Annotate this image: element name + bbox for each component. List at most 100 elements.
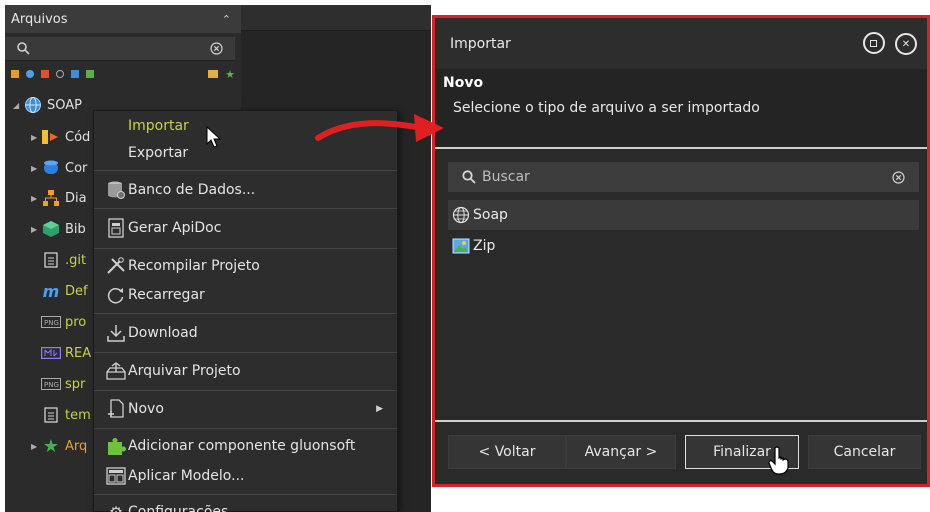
tree-item-label: Def: [65, 283, 88, 299]
grid-icon[interactable]: [11, 70, 19, 78]
menu-item-label: Configurações: [128, 504, 229, 512]
menu-separator: [94, 313, 397, 314]
share-icon[interactable]: [56, 70, 64, 78]
back-button[interactable]: < Voltar: [448, 435, 566, 469]
type-search-input[interactable]: [482, 169, 862, 185]
menu-item-label: Recompilar Projeto: [128, 258, 260, 274]
collapse-icon[interactable]: ⌃: [222, 13, 231, 26]
collapsed-arrow-icon[interactable]: ▶: [31, 194, 41, 203]
expanded-arrow-icon[interactable]: ◢: [13, 101, 23, 110]
collapsed-arrow-icon[interactable]: ▶: [31, 225, 41, 234]
tree-item[interactable]: tem: [41, 400, 91, 430]
menu-item-gerar-apidoc[interactable]: Gerar ApiDoc: [94, 212, 397, 244]
tree-item-label: SOAP: [47, 97, 82, 113]
tree-item-label: Cor: [65, 160, 88, 176]
readme-icon: [41, 344, 61, 362]
maximize-icon[interactable]: [862, 32, 885, 54]
png-icon: PNG: [41, 375, 61, 393]
editor-tab-strip: [241, 5, 431, 31]
flag-blue-icon[interactable]: [71, 70, 79, 78]
tree-item[interactable]: .git: [41, 245, 86, 275]
tree-item-soap[interactable]: ◢ SOAP: [13, 90, 82, 120]
puzzle-icon: [104, 435, 128, 457]
reload-icon: [104, 284, 128, 306]
menu-item-download[interactable]: Download: [94, 317, 397, 349]
type-item-label: Zip: [473, 238, 496, 254]
next-button[interactable]: Avançar >: [566, 435, 676, 469]
zip-image-icon: [452, 237, 470, 255]
document-icon: [104, 217, 128, 239]
new-file-icon: [104, 398, 128, 420]
folder-icon[interactable]: [208, 70, 219, 78]
menu-separator: [94, 494, 397, 495]
type-item-zip[interactable]: Zip: [448, 231, 919, 261]
template-icon: [104, 465, 128, 487]
menu-separator: [94, 170, 397, 171]
menu-item-label: Gerar ApiDoc: [128, 220, 222, 236]
dialog-body: Soap Zip: [435, 149, 927, 420]
files-panel-header: Arquivos ⌃: [5, 5, 241, 33]
tree-item[interactable]: ▶ Dia: [31, 183, 87, 213]
html-icon[interactable]: [41, 70, 49, 78]
dialog-titlebar: Importar ✕: [435, 18, 927, 69]
star-icon: ★: [42, 435, 60, 457]
menu-item-aplicar-modelo[interactable]: Aplicar Modelo...: [94, 462, 397, 490]
type-item-soap[interactable]: Soap: [448, 200, 919, 230]
files-search-input[interactable]: [5, 37, 235, 61]
menu-item-novo[interactable]: Novo ▶: [94, 393, 397, 425]
clear-icon[interactable]: [892, 170, 905, 184]
files-toolbar: ★: [5, 61, 241, 87]
tree-item[interactable]: PNG pro: [41, 307, 86, 337]
menu-item-recompilar-projeto[interactable]: Recompilar Projeto: [94, 253, 397, 279]
menu-item-banco-de-dados[interactable]: Banco de Dados...: [94, 174, 397, 206]
tree-item-label: Cód: [65, 129, 91, 145]
archive-icon: [104, 360, 128, 382]
menu-item-label: Aplicar Modelo...: [128, 468, 245, 484]
cancel-button[interactable]: Cancelar: [808, 435, 921, 469]
menu-item-arquivar-projeto[interactable]: Arquivar Projeto: [94, 355, 397, 387]
tree-item[interactable]: ▶ Bib: [31, 214, 86, 244]
star-icon[interactable]: ★: [225, 68, 235, 81]
tools-icon: [104, 255, 128, 277]
tree-item[interactable]: PNG spr: [41, 369, 85, 399]
tree-item[interactable]: REA: [41, 338, 91, 368]
svg-text:PNG: PNG: [44, 319, 59, 327]
dialog-title: Importar: [450, 35, 511, 52]
menu-item-label: Banco de Dados...: [128, 182, 256, 198]
menu-item-recarregar[interactable]: Recarregar: [94, 282, 397, 308]
annotation-arrow-icon: [315, 114, 444, 142]
tree-item[interactable]: ▶ Cód: [31, 122, 90, 152]
flag-green-icon[interactable]: [86, 70, 94, 78]
tree-item-label: .git: [65, 252, 87, 268]
file-icon: [41, 251, 61, 269]
collapsed-arrow-icon[interactable]: ▶: [31, 442, 41, 451]
tree-item-label: Arq: [65, 438, 88, 454]
m-icon: m: [42, 281, 60, 301]
hand-cursor-icon: [768, 446, 789, 475]
collapsed-arrow-icon[interactable]: ▶: [31, 133, 41, 142]
submenu-arrow-icon: ▶: [376, 404, 383, 414]
clear-icon[interactable]: [210, 42, 223, 55]
menu-item-label: Download: [128, 325, 198, 341]
code-folder-icon: [41, 128, 61, 146]
library-cube-icon: [41, 220, 61, 238]
menu-item-adicionar-componente[interactable]: Adicionar componente gluonsoft: [94, 432, 397, 460]
gear-icon: ⚙: [108, 502, 124, 512]
download-icon: [104, 322, 128, 344]
dialog-description: Selecione o tipo de arquivo a ser import…: [453, 100, 760, 116]
tree-item-label: Bib: [65, 221, 86, 237]
png-icon: PNG: [41, 313, 61, 331]
tree-item-label: Dia: [65, 190, 87, 206]
tree-item[interactable]: ▶ ★ Arq: [31, 431, 87, 461]
menu-separator: [94, 390, 397, 391]
database-icon: [41, 159, 61, 177]
menu-separator: [94, 428, 397, 429]
dialog-section-title: Novo: [443, 75, 484, 91]
close-icon[interactable]: ✕: [895, 33, 917, 55]
tree-item[interactable]: m Def: [41, 276, 88, 306]
collapsed-arrow-icon[interactable]: ▶: [31, 164, 41, 173]
menu-item-configuracoes[interactable]: ⚙ Configurações: [94, 499, 397, 512]
tree-item[interactable]: ▶ Cor: [31, 153, 87, 183]
web-icon[interactable]: [26, 70, 34, 78]
type-search-box[interactable]: [448, 162, 919, 192]
